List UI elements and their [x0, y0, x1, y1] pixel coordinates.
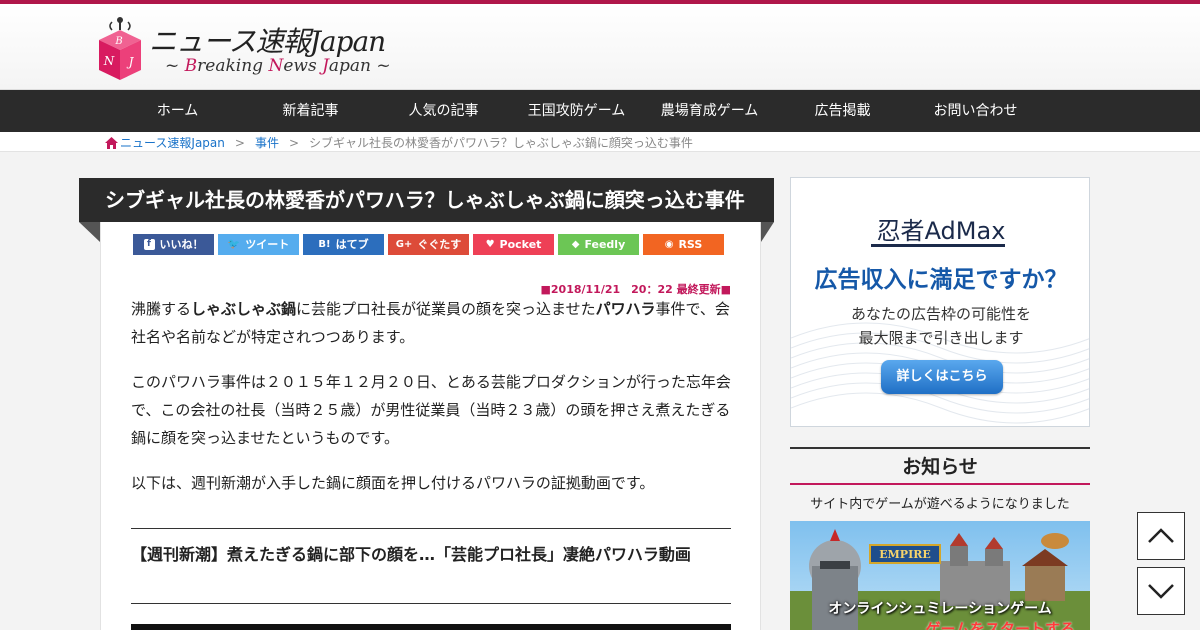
ad-details-button[interactable]: 詳しくはこちら: [881, 360, 1003, 394]
nav-item-farm-game[interactable]: 農場育成ゲーム: [643, 90, 776, 132]
twitter-icon: 🐦: [227, 239, 241, 250]
game-banner-caption: オンラインシュミレーションゲーム: [828, 601, 1052, 617]
admax-ad-banner[interactable]: 忍者AdMax 広告収入に満足ですか？ あなたの広告枠の可能性を 最大限まで引き…: [790, 177, 1090, 427]
site-subtitle: ~ Breaking News Japan ~: [165, 56, 391, 76]
hatena-bookmark-button[interactable]: B! はてブ: [303, 234, 384, 255]
pocket-icon: ♥: [485, 239, 495, 250]
article-body: 沸騰するしゃぶしゃぶ鍋に芸能プロ社長が従業員の顔を突っ込ませたパワハラ事件で、会…: [131, 295, 731, 514]
article-paragraph: 以下は、週刊新潮が入手した鍋に顔面を押し付けるパワハラの証拠動画です。: [131, 474, 655, 492]
article-paragraph: このパワハラ事件は２０１５年１２月２０日、とある芸能プロダクションが行った忘年会…: [131, 373, 731, 447]
scroll-up-button[interactable]: [1137, 512, 1185, 560]
site-header: B N J ニュース速報Japan ~ Breaking News Japan …: [0, 4, 1200, 90]
nav-item-advertise[interactable]: 広告掲載: [776, 90, 909, 132]
facebook-like-button[interactable]: f いいね！: [133, 234, 214, 255]
breadcrumb-separator: >: [234, 135, 245, 150]
game-banner[interactable]: EMPIRE オンラインシュミレーションゲーム ゲームをスタートする: [790, 521, 1090, 630]
notice-heading: お知らせ: [790, 447, 1090, 485]
breadcrumb: ニュース速報Japan > 事件 > シブギャル社長の林愛香がパワハラ？しゃぶし…: [105, 134, 693, 151]
tweet-button[interactable]: 🐦 ツイート: [218, 234, 299, 255]
scroll-down-button[interactable]: [1137, 567, 1185, 615]
title-fold-right: [761, 222, 774, 242]
article-paragraph: 沸騰するしゃぶしゃぶ鍋に芸能プロ社長が従業員の顔を突っ込ませたパワハラ事件で、会…: [131, 300, 730, 346]
logo-letter-b: B: [114, 36, 122, 47]
chevron-up-icon: [1148, 528, 1174, 543]
main-nav: ホーム 新着記事 人気の記事 王国攻防ゲーム 農場育成ゲーム 広告掲載 お問い合…: [0, 90, 1200, 132]
nav-item-popular[interactable]: 人気の記事: [377, 90, 510, 132]
rss-button[interactable]: ◉ RSS: [643, 234, 724, 255]
site-logo[interactable]: B N J ニュース速報Japan ~ Breaking News Japan …: [97, 16, 397, 84]
nav-item-home[interactable]: ホーム: [111, 90, 244, 132]
breadcrumb-home-link[interactable]: ニュース速報Japan: [120, 134, 225, 151]
site-title: ニュース速報Japan: [149, 25, 386, 58]
ad-description: あなたの広告枠の可能性を 最大限まで引き出します: [850, 305, 1031, 347]
title-fold-left: [79, 222, 100, 242]
ad-headline: 広告収入に満足ですか？: [814, 267, 1068, 293]
nav-item-contact[interactable]: お問い合わせ: [909, 90, 1042, 132]
share-buttons: f いいね！ 🐦 ツイート B! はてブ G+ ぐぐたす ♥ Pocket ◆ Feedly…: [133, 234, 728, 255]
breadcrumb-current: シブギャル社長の林愛香がパワハラ？しゃぶしゃぶ鍋に顔突っ込む事件: [309, 136, 693, 150]
hatena-icon: B!: [318, 239, 331, 250]
facebook-icon: f: [143, 239, 155, 250]
rss-icon: ◉: [664, 239, 674, 250]
pocket-button[interactable]: ♥ Pocket: [473, 234, 554, 255]
game-banner-logo: EMPIRE: [879, 548, 931, 561]
breadcrumb-separator: >: [288, 135, 300, 150]
video-player[interactable]: [131, 624, 731, 630]
game-start-link[interactable]: ゲームをスタートする: [790, 618, 1090, 630]
logo-letter-n: N: [103, 54, 115, 68]
feedly-icon: ◆: [571, 239, 580, 250]
nav-item-kingdom-game[interactable]: 王国攻防ゲーム: [510, 90, 643, 132]
admax-logo: 忍者AdMax: [791, 211, 1089, 247]
googleplus-button[interactable]: G+ ぐぐたす: [388, 234, 469, 255]
logo-cube-icon: B N J: [99, 17, 141, 80]
feedly-button[interactable]: ◆ Feedly: [558, 234, 639, 255]
breadcrumb-bar: ニュース速報Japan > 事件 > シブギャル社長の林愛香がパワハラ？しゃぶし…: [0, 132, 1200, 152]
chevron-down-icon: [1148, 584, 1174, 599]
home-icon: [105, 136, 118, 149]
notice-text: サイト内でゲームが遊べるようになりました: [810, 497, 1070, 512]
breadcrumb-category-link[interactable]: 事件: [255, 134, 279, 151]
googleplus-icon: G+: [395, 239, 413, 250]
nav-item-new-articles[interactable]: 新着記事: [244, 90, 377, 132]
article-title: シブギャル社長の林愛香がパワハラ？しゃぶしゃぶ鍋に顔突っ込む事件: [79, 178, 774, 222]
video-title: 【週刊新潮】煮えたぎる鍋に部下の顔を…「芸能プロ社長」凄絶パワハラ動画: [131, 528, 731, 604]
